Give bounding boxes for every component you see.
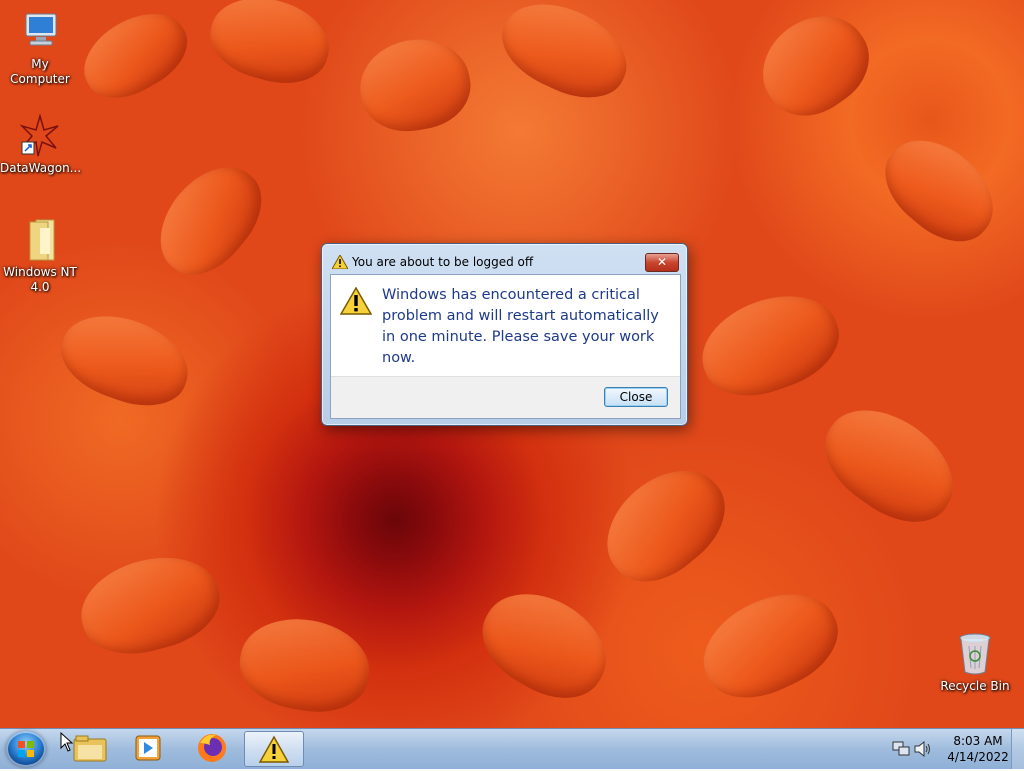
dialog-close-button[interactable]: ✕ — [645, 253, 679, 272]
wallpaper-petal — [69, 0, 201, 113]
wallpaper-petal — [687, 574, 853, 716]
network-icon[interactable] — [892, 741, 910, 761]
wallpaper-petal — [353, 31, 477, 139]
wallpaper-petal — [744, 0, 886, 134]
desktop-icon-label: Recycle Bin — [940, 679, 1010, 693]
desktop-icon-label: Windows NT 4.0 — [3, 265, 77, 294]
wallpaper-petal — [466, 573, 624, 717]
taskbar-alert-window[interactable] — [244, 731, 304, 767]
desktop-icon-windows-nt[interactable]: Windows NT 4.0 — [0, 218, 80, 295]
show-desktop-button[interactable] — [1011, 729, 1024, 769]
wallpaper-petal — [233, 609, 377, 721]
dialog-message: Windows has encountered a critical probl… — [382, 287, 659, 366]
datawagon-icon — [18, 113, 62, 158]
clock-time[interactable]: 8:03 AM — [946, 734, 1010, 748]
close-button[interactable]: Close — [604, 387, 668, 407]
dialog-body: Windows has encountered a critical probl… — [330, 274, 681, 419]
wallpaper-petal — [50, 300, 200, 420]
dialog-footer: Close — [331, 376, 680, 418]
folder-icon — [18, 218, 62, 262]
desktop-icon-datawagon[interactable]: DataWagon... — [0, 113, 82, 176]
start-button[interactable] — [6, 731, 46, 767]
clock-date[interactable]: 4/14/2022 — [936, 750, 1020, 764]
wallpaper-petal — [201, 0, 339, 95]
wallpaper-petal — [868, 120, 1012, 260]
recycle-bin-icon — [953, 632, 997, 676]
desktop-icon-label: My Computer — [10, 57, 70, 86]
windows-start-icon — [18, 741, 34, 757]
wallpaper-petal — [140, 148, 280, 292]
taskbar-media-player[interactable] — [120, 731, 176, 765]
system-tray: 8:03 AM 4/14/2022 — [884, 729, 1024, 769]
wallpaper-petal — [688, 278, 852, 412]
volume-icon[interactable] — [914, 740, 932, 761]
dialog-title: You are about to be logged off — [352, 255, 534, 269]
warning-icon — [258, 735, 290, 763]
wallpaper-petal — [806, 387, 974, 543]
close-icon: ✕ — [656, 255, 668, 269]
desktop-icon-recycle-bin[interactable]: Recycle Bin — [935, 632, 1015, 694]
taskbar-firefox[interactable] — [184, 731, 240, 765]
warning-icon — [331, 253, 349, 270]
firefox-icon — [198, 734, 226, 762]
mouse-cursor-icon — [60, 732, 74, 752]
wallpaper-petal — [70, 543, 230, 667]
desktop-icon-label: DataWagon... — [0, 161, 82, 175]
wallpaper-petal — [586, 448, 744, 602]
media-player-icon — [135, 735, 161, 761]
logoff-dialog: You are about to be logged off ✕ Windows… — [321, 243, 688, 426]
computer-icon — [18, 10, 62, 54]
wallpaper-petal — [489, 0, 641, 114]
taskbar: 8:03 AM 4/14/2022 — [0, 728, 1024, 769]
desktop-icon-my-computer[interactable]: My Computer — [0, 10, 80, 87]
warning-icon — [339, 286, 373, 315]
